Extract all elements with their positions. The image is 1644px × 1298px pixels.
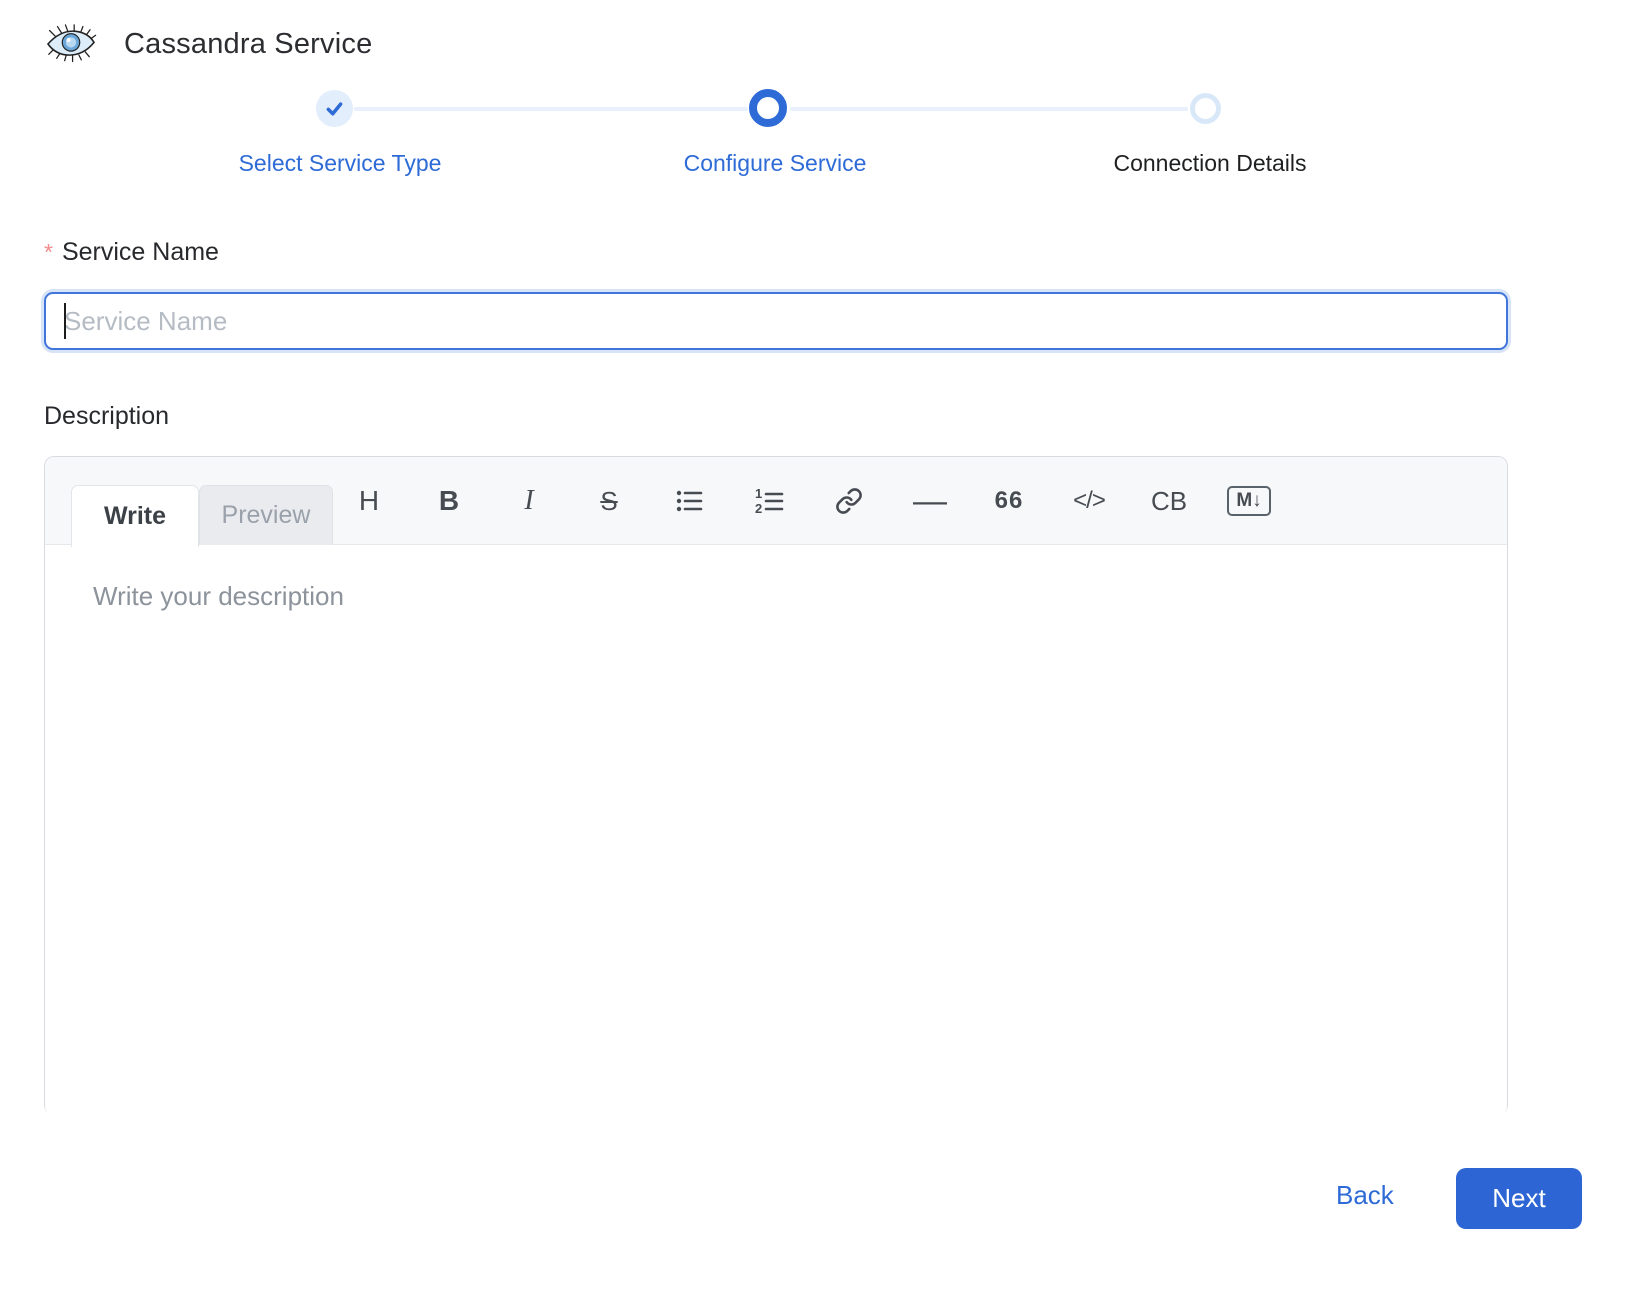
strikethrough-icon: S — [600, 486, 617, 517]
link-button[interactable] — [809, 457, 889, 545]
description-placeholder: Write your description — [93, 581, 344, 612]
numbered-list-button[interactable]: 1 2 — [729, 457, 809, 545]
svg-text:1: 1 — [755, 486, 762, 501]
editor-toolbar: Write Preview H B I S — [45, 457, 1507, 545]
numbered-list-icon: 1 2 — [754, 486, 784, 516]
stepper-connector-line — [790, 107, 1188, 111]
svg-text:2: 2 — [755, 501, 762, 516]
step-active-circle-icon — [749, 89, 787, 127]
bullet-list-button[interactable] — [649, 457, 729, 545]
markdown-button[interactable]: M↓ — [1209, 457, 1289, 545]
next-button[interactable]: Next — [1456, 1168, 1582, 1229]
markdown-icon: M↓ — [1227, 486, 1270, 517]
bold-icon: B — [439, 485, 459, 517]
heading-icon: H — [359, 485, 379, 517]
link-icon — [835, 487, 863, 515]
step-completed-check-icon — [316, 90, 353, 127]
inline-code-button[interactable]: </> — [1049, 457, 1129, 545]
required-asterisk: * — [44, 239, 53, 265]
horizontal-rule-icon: — — [913, 482, 945, 521]
quote-button[interactable]: 66 — [969, 457, 1049, 545]
quote-icon: 66 — [995, 487, 1024, 515]
service-name-input[interactable] — [44, 292, 1508, 350]
step-connection-details: Connection Details — [1113, 150, 1306, 177]
tab-preview-label: Preview — [222, 501, 311, 530]
description-editor: Write Preview H B I S — [44, 456, 1508, 1115]
service-name-label-row: * Service Name — [44, 238, 219, 267]
tab-write-label: Write — [104, 502, 166, 531]
formatting-toolbar: H B I S 1 — [329, 457, 1289, 545]
stepper-connector-line — [354, 107, 748, 111]
strikethrough-button[interactable]: S — [569, 457, 649, 545]
service-name-label: Service Name — [62, 238, 219, 266]
add-service-wizard: Cassandra Service Select Service Type Co… — [0, 0, 1644, 1298]
step-pending-circle-icon — [1190, 93, 1221, 124]
stepper: Select Service Type Configure Service Co… — [0, 0, 1644, 190]
code-block-icon: CB — [1151, 486, 1187, 517]
bullet-list-icon — [675, 487, 703, 515]
description-textarea[interactable]: Write your description — [45, 545, 1507, 1116]
tab-write[interactable]: Write — [71, 485, 199, 547]
text-cursor — [64, 303, 66, 339]
step-select-service-type: Select Service Type — [239, 150, 442, 177]
step-configure-service: Configure Service — [684, 150, 867, 177]
service-name-input-wrap — [44, 292, 1508, 350]
heading-button[interactable]: H — [329, 457, 409, 545]
back-button[interactable]: Back — [1336, 1180, 1394, 1211]
tab-preview[interactable]: Preview — [199, 485, 333, 545]
italic-button[interactable]: I — [489, 457, 569, 545]
horizontal-rule-button[interactable]: — — [889, 457, 969, 545]
code-block-button[interactable]: CB — [1129, 457, 1209, 545]
description-label: Description — [44, 402, 169, 431]
inline-code-icon: </> — [1073, 487, 1105, 515]
italic-icon: I — [524, 485, 533, 517]
bold-button[interactable]: B — [409, 457, 489, 545]
